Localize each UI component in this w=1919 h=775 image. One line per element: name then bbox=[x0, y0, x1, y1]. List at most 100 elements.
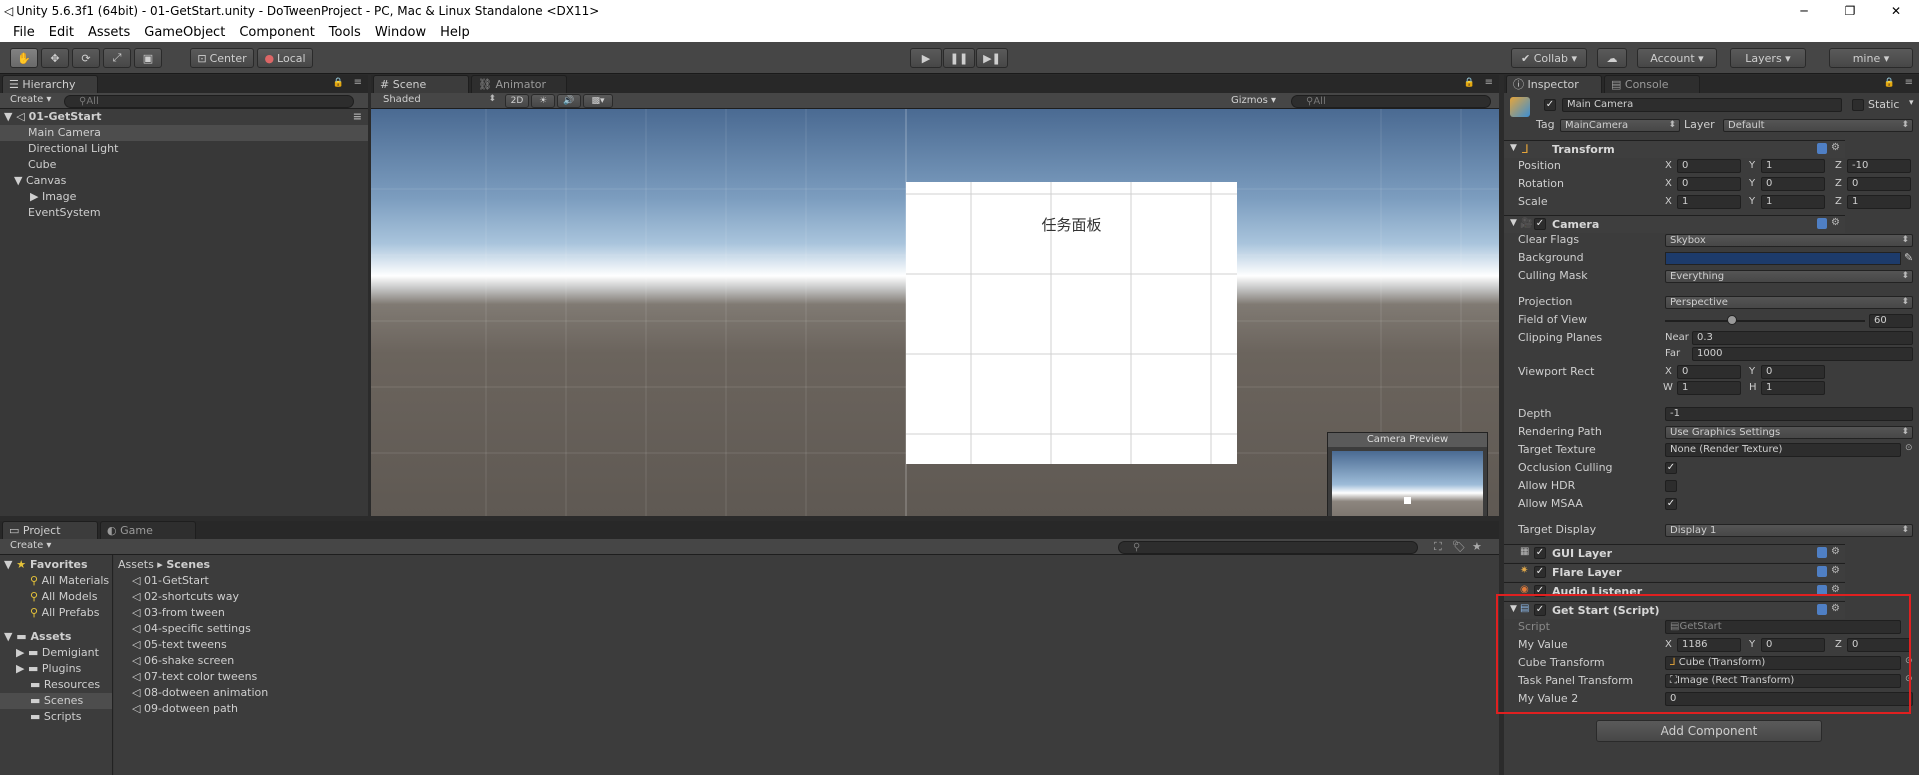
project-search-input[interactable]: ⚲ bbox=[1118, 541, 1418, 554]
favorite-item[interactable]: ⚲ All Prefabs bbox=[30, 605, 100, 621]
favorite-item[interactable]: ⚲ All Materials bbox=[30, 573, 109, 589]
rendering-path-dropdown[interactable]: Use Graphics Settings bbox=[1665, 426, 1913, 439]
tab-scene[interactable]: # Scene bbox=[373, 75, 469, 93]
maximize-button[interactable]: ❐ bbox=[1827, 0, 1873, 22]
audio-toggle-icon[interactable]: 🔊 bbox=[557, 94, 581, 108]
favorites-group[interactable]: ▼ ★ Favorites bbox=[4, 557, 88, 573]
asset-folder[interactable]: ▬ Resources bbox=[30, 677, 100, 693]
tab-console[interactable]: ▤ Console bbox=[1604, 75, 1700, 93]
rect-tool-icon[interactable]: ▣ bbox=[134, 48, 162, 68]
menu-help[interactable]: Help bbox=[433, 25, 477, 40]
depth-field[interactable]: -1 bbox=[1665, 407, 1913, 421]
asset-folder[interactable]: ▶ ▬ Plugins bbox=[16, 661, 81, 677]
gear-icon[interactable]: ⚙ bbox=[1831, 566, 1841, 577]
position-y-field[interactable]: 1 bbox=[1761, 159, 1825, 173]
hierarchy-item-image[interactable]: ▶ Image bbox=[0, 189, 368, 205]
tab-inspector[interactable]: ⓘ Inspector bbox=[1506, 75, 1602, 93]
gear-icon[interactable]: ⚙ bbox=[1831, 218, 1841, 229]
rotation-x-field[interactable]: 0 bbox=[1677, 177, 1741, 191]
scene-menu-icon[interactable]: ≡ bbox=[353, 109, 362, 125]
occlusion-culling-checkbox[interactable]: ✓ bbox=[1665, 462, 1677, 474]
scene-file[interactable]: ◁ 08-dotween animation bbox=[132, 685, 268, 701]
help-book-icon[interactable] bbox=[1817, 218, 1827, 229]
assets-group[interactable]: ▼ ▬ Assets bbox=[4, 629, 71, 645]
active-checkbox[interactable]: ✓ bbox=[1544, 99, 1556, 111]
culling-mask-dropdown[interactable]: Everything bbox=[1665, 270, 1913, 283]
filter-type-icon[interactable]: ⛶ bbox=[1434, 540, 1442, 554]
gui-layer-checkbox[interactable]: ✓ bbox=[1534, 547, 1546, 559]
scene-file[interactable]: ◁ 04-specific settings bbox=[132, 621, 251, 637]
menu-edit[interactable]: Edit bbox=[42, 25, 81, 40]
asset-folder[interactable]: ▬ Scripts bbox=[30, 709, 82, 725]
help-book-icon[interactable] bbox=[1817, 143, 1827, 154]
task-panel-image[interactable]: 任务面板 bbox=[906, 182, 1237, 464]
scene-file[interactable]: ◁ 06-shake screen bbox=[132, 653, 234, 669]
tab-hierarchy[interactable]: ☰ Hierarchy bbox=[2, 75, 98, 93]
step-button[interactable]: ▶❚ bbox=[976, 48, 1008, 68]
project-create-dropdown[interactable]: Create ▾ bbox=[10, 540, 51, 551]
near-field[interactable]: 0.3 bbox=[1692, 331, 1913, 345]
hierarchy-item-canvas[interactable]: ▼ Canvas bbox=[0, 173, 368, 189]
scene-file[interactable]: ◁ 07-text color tweens bbox=[132, 669, 257, 685]
scene-file[interactable]: ◁ 03-from tween bbox=[132, 605, 225, 621]
layers-dropdown[interactable]: Layers ▾ bbox=[1730, 48, 1806, 68]
object-picker-icon[interactable]: ⊙ bbox=[1905, 443, 1913, 453]
lock-icon[interactable]: 🔒 bbox=[1884, 78, 1895, 88]
menu-tools[interactable]: Tools bbox=[322, 25, 368, 40]
gear-icon[interactable]: ⚙ bbox=[1831, 143, 1841, 154]
scene-root-row[interactable]: ▼ ◁ 01-GetStart ≡ bbox=[0, 109, 368, 125]
clear-flags-dropdown[interactable]: Skybox bbox=[1665, 234, 1913, 247]
scene-search-input[interactable]: ⚲All bbox=[1291, 95, 1491, 108]
static-checkbox[interactable] bbox=[1852, 99, 1864, 111]
position-z-field[interactable]: -10 bbox=[1847, 159, 1911, 173]
layout-dropdown[interactable]: mine ▾ bbox=[1829, 48, 1913, 68]
create-dropdown[interactable]: Create ▾ bbox=[10, 94, 51, 105]
breadcrumb-assets[interactable]: Assets bbox=[118, 558, 154, 571]
menu-gameobject[interactable]: GameObject bbox=[137, 25, 232, 40]
lock-icon[interactable]: 🔒 bbox=[1464, 78, 1475, 88]
asset-folder-selected[interactable]: ▬ Scenes bbox=[0, 693, 112, 709]
favorite-star-icon[interactable]: ★ bbox=[1472, 540, 1482, 553]
pivot-center-button[interactable]: ⊡ Center bbox=[190, 48, 254, 68]
flare-layer-checkbox[interactable]: ✓ bbox=[1534, 566, 1546, 578]
scene-file[interactable]: ◁ 02-shortcuts way bbox=[132, 589, 239, 605]
flare-layer-header[interactable]: ✷ ✓ Flare Layer ⚙ bbox=[1504, 563, 1845, 581]
lock-icon[interactable]: 🔒 bbox=[333, 78, 344, 88]
gear-icon[interactable]: ⚙ bbox=[1831, 547, 1841, 558]
far-field[interactable]: 1000 bbox=[1692, 347, 1913, 361]
scene-file[interactable]: ◁ 05-text tweens bbox=[132, 637, 227, 653]
collab-button[interactable]: ✔ Collab ▾ bbox=[1511, 48, 1587, 68]
object-name-field[interactable]: Main Camera bbox=[1562, 98, 1842, 112]
scale-x-field[interactable]: 1 bbox=[1677, 195, 1741, 209]
tag-dropdown[interactable]: MainCamera bbox=[1560, 119, 1680, 132]
hierarchy-item-cube[interactable]: Cube bbox=[0, 157, 368, 173]
lighting-toggle-icon[interactable]: ☀ bbox=[531, 94, 555, 108]
menu-file[interactable]: File bbox=[6, 25, 42, 40]
viewport-w-field[interactable]: 1 bbox=[1677, 381, 1741, 395]
hierarchy-item-eventsystem[interactable]: EventSystem bbox=[0, 205, 368, 221]
tab-animator[interactable]: ⛓ Animator bbox=[471, 75, 567, 93]
scale-z-field[interactable]: 1 bbox=[1847, 195, 1911, 209]
filter-label-icon[interactable]: 🏷 bbox=[1452, 540, 1466, 553]
rotation-z-field[interactable]: 0 bbox=[1847, 177, 1911, 191]
layer-dropdown[interactable]: Default bbox=[1723, 119, 1913, 132]
help-book-icon[interactable] bbox=[1817, 566, 1827, 577]
pivot-local-button[interactable]: ● Local bbox=[257, 48, 313, 68]
asset-folder[interactable]: ▶ ▬ Demigiant bbox=[16, 645, 99, 661]
move-tool-icon[interactable]: ✥ bbox=[41, 48, 69, 68]
gui-layer-header[interactable]: ▦ ✓ GUI Layer ⚙ bbox=[1504, 544, 1845, 562]
toggle-2d-button[interactable]: 2D bbox=[505, 94, 529, 108]
favorite-item[interactable]: ⚲ All Models bbox=[30, 589, 97, 605]
cloud-icon[interactable]: ☁ bbox=[1597, 48, 1627, 68]
scene-file[interactable]: ◁ 09-dotween path bbox=[132, 701, 238, 717]
scene-viewport[interactable]: 任务面板 Camera Preview bbox=[371, 109, 1499, 516]
account-dropdown[interactable]: Account ▾ bbox=[1637, 48, 1717, 68]
expand-arrow-icon[interactable]: ▼ bbox=[14, 174, 26, 187]
breadcrumb-scenes[interactable]: Scenes bbox=[166, 558, 210, 571]
allow-msaa-checkbox[interactable]: ✓ bbox=[1665, 498, 1677, 510]
hierarchy-item-main-camera[interactable]: Main Camera bbox=[0, 125, 368, 141]
fov-slider-handle[interactable] bbox=[1726, 315, 1737, 325]
camera-header[interactable]: ▼ 🎥 ✓ Camera ⚙ bbox=[1504, 215, 1845, 233]
hand-tool-icon[interactable]: ✋ bbox=[10, 48, 38, 68]
allow-hdr-checkbox[interactable] bbox=[1665, 480, 1677, 492]
